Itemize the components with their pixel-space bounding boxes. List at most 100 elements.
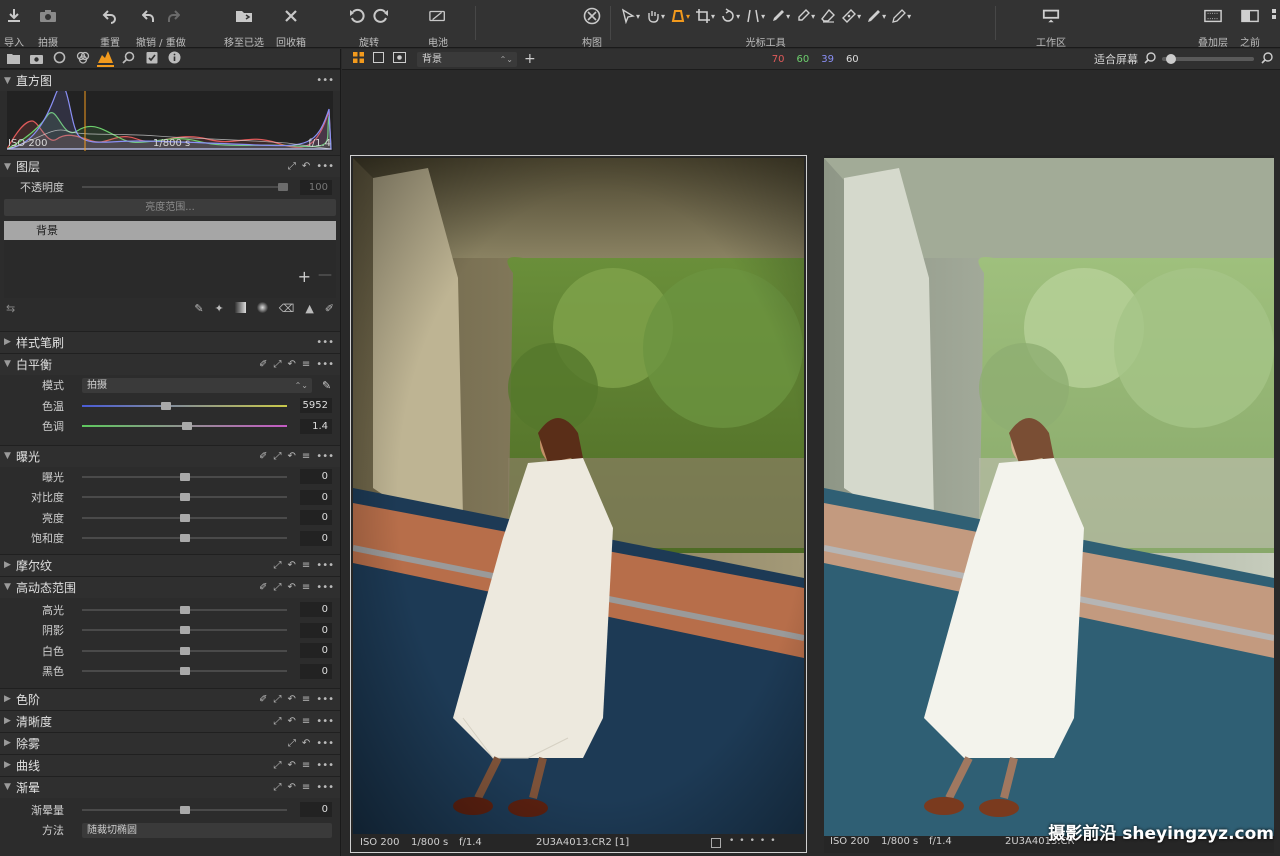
brightness-knob[interactable] <box>179 513 190 522</box>
shadows-slider[interactable] <box>82 626 287 635</box>
picker-icon[interactable]: ✐ <box>259 359 267 370</box>
toolbar-overflow-button[interactable] <box>1268 4 1280 28</box>
whites-knob[interactable] <box>179 646 190 655</box>
reset-icon[interactable]: ↶ <box>302 738 310 749</box>
tab-library[interactable] <box>5 51 22 67</box>
vignette-header[interactable]: ▼ 渐晕 ⤢ ↶ ≡ ••• <box>0 775 340 798</box>
erase-mask-icon[interactable]: ⌫ <box>279 302 295 315</box>
brightness-slider[interactable] <box>82 513 287 522</box>
more-icon[interactable]: ••• <box>316 582 334 593</box>
reset-icon[interactable]: ↶ <box>288 716 296 727</box>
highlights-knob[interactable] <box>179 605 190 614</box>
white-balance-header[interactable]: ▼ 白平衡 ✐ ⤢ ↶ ≡ ••• <box>0 352 340 375</box>
list-icon[interactable]: ≡ <box>302 782 310 793</box>
exposure-value[interactable]: 0 <box>300 469 332 485</box>
vignette-amount-value[interactable]: 0 <box>300 802 332 818</box>
exposure-header[interactable]: ▼ 曝光 ✐ ⤢ ↶ ≡ ••• <box>0 444 340 467</box>
picker-icon[interactable]: ▾ <box>770 8 790 24</box>
layers-header[interactable]: ▼ 图层 ⤢ ↶ ••• <box>0 155 340 177</box>
wb-temp-slider[interactable] <box>82 401 287 410</box>
battery-button[interactable]: 电池 <box>428 4 448 49</box>
layer-select[interactable]: 背景 ⌃⌄ <box>417 51 517 67</box>
saturation-knob[interactable] <box>179 534 190 543</box>
rotate-tool-icon[interactable]: ▾ <box>720 8 740 24</box>
wb-tint-value[interactable]: 1.4 <box>300 418 332 434</box>
more-icon[interactable]: ••• <box>316 694 334 705</box>
shadows-value[interactable]: 0 <box>300 622 332 638</box>
composition-button[interactable]: 构图 <box>582 4 602 49</box>
draw-mask-icon[interactable]: ✎ <box>194 302 203 315</box>
tab-adjustments[interactable] <box>143 51 160 67</box>
contrast-knob[interactable] <box>179 493 190 502</box>
luma-range-button[interactable]: 亮度范围... <box>4 198 336 216</box>
capture-button[interactable]: 拍摄 <box>38 4 58 49</box>
viewer-frame-right[interactable]: ISO 200 1/800 s f/1.4 2U3A4013.CR <box>824 155 1274 853</box>
expand-icon[interactable]: ⤢ <box>288 738 296 749</box>
keystone-icon[interactable]: ▾ <box>670 8 690 24</box>
blacks-slider[interactable] <box>82 667 287 676</box>
expand-icon[interactable]: ⤢ <box>274 560 282 571</box>
expand-icon[interactable]: ⤢ <box>274 782 282 793</box>
picker-icon[interactable]: ✐ <box>259 694 267 705</box>
photo-left[interactable] <box>353 158 804 834</box>
eye-icon[interactable] <box>393 52 406 66</box>
layer-item-background[interactable]: 背景 <box>4 220 336 240</box>
hdr-header[interactable]: ▼ 高动态范围 ✐ ⤢ ↶ ≡ ••• <box>0 575 340 598</box>
highlights-slider[interactable] <box>82 605 287 614</box>
viewer-frame-left[interactable]: ISO 200 1/800 s f/1.4 2U3A4013.CR2 [1] •… <box>350 155 807 853</box>
tab-capture[interactable] <box>28 51 45 67</box>
expand-icon[interactable]: ⤢ <box>274 451 282 462</box>
select-cursor-icon[interactable]: ▾ <box>620 8 640 24</box>
wb-temp-value[interactable]: 5952 <box>300 398 332 414</box>
zoom-knob[interactable] <box>1166 54 1177 64</box>
contrast-slider[interactable] <box>82 493 287 502</box>
move-to-selected-button[interactable]: 移至已选 <box>224 4 264 49</box>
picker-icon[interactable]: ✐ <box>259 582 267 593</box>
moire-header[interactable]: ▶ 摩尔纹 ⤢ ↶ ≡ ••• <box>0 553 340 576</box>
levels-header[interactable]: ▶ 色阶 ✐ ⤢ ↶ ≡ ••• <box>0 687 340 710</box>
tab-color[interactable] <box>74 51 91 67</box>
reset-icon[interactable]: ↶ <box>288 694 296 705</box>
opacity-slider[interactable] <box>82 183 288 192</box>
undo-redo-button[interactable]: 撤销 / 重做 <box>136 4 186 49</box>
reset-button[interactable]: 重置 <box>100 4 120 49</box>
more-icon[interactable]: ••• <box>316 359 334 370</box>
before-button[interactable]: 之前 <box>1240 4 1260 49</box>
crop-icon[interactable]: ▾ <box>695 8 715 24</box>
more-icon[interactable]: ••• <box>316 782 334 793</box>
more-icon[interactable]: ••• <box>316 337 334 348</box>
magic-brush-icon[interactable]: ✦ <box>215 302 224 315</box>
overlay-button[interactable]: 叠加层 <box>1198 4 1228 49</box>
pan-hand-icon[interactable]: ▾ <box>645 8 665 24</box>
more-icon[interactable]: ••• <box>316 738 334 749</box>
more-icon[interactable]: ••• <box>316 161 334 172</box>
single-view-icon[interactable] <box>373 52 384 66</box>
exposure-slider[interactable] <box>82 472 287 481</box>
workspace-button[interactable]: 工作区 <box>1036 4 1066 49</box>
reset-icon[interactable]: ↶ <box>302 161 310 172</box>
saturation-slider[interactable] <box>82 534 287 543</box>
opacity-value[interactable]: 100 <box>300 179 332 195</box>
select-checkbox[interactable] <box>711 838 721 848</box>
tab-details[interactable] <box>120 51 137 67</box>
saturation-value[interactable]: 0 <box>300 530 332 546</box>
more-icon[interactable]: ••• <box>316 451 334 462</box>
add-icon[interactable]: + <box>524 51 536 67</box>
tab-exposure[interactable] <box>97 51 114 67</box>
more-icon[interactable]: ••• <box>316 760 334 771</box>
brightness-value[interactable]: 0 <box>300 510 332 526</box>
grid-view-icon[interactable] <box>353 52 364 66</box>
fit-screen-label[interactable]: 适合屏幕 <box>1094 51 1138 67</box>
more-icon[interactable]: ••• <box>316 75 334 86</box>
opacity-knob[interactable] <box>277 183 288 192</box>
rotate-button[interactable]: 旋转 <box>348 4 390 49</box>
expand-icon[interactable]: ⤢ <box>274 582 282 593</box>
list-icon[interactable]: ≡ <box>302 760 310 771</box>
tab-lens[interactable] <box>51 51 68 67</box>
curve-header[interactable]: ▶ 曲线 ⤢ ↶ ≡ ••• <box>0 753 340 776</box>
contrast-value[interactable]: 0 <box>300 489 332 505</box>
highlights-value[interactable]: 0 <box>300 602 332 618</box>
vignette-amount-knob[interactable] <box>179 805 190 814</box>
vignette-amount-slider[interactable] <box>82 805 287 814</box>
histogram-header[interactable]: ▼ 直方图 ••• <box>0 69 340 91</box>
